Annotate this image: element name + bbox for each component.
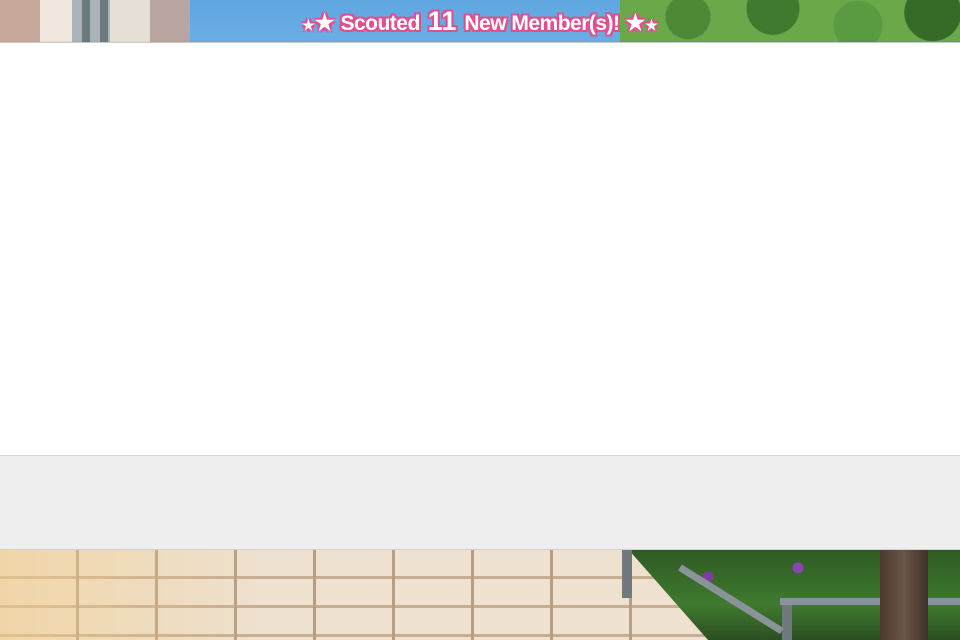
tree-trunk <box>880 550 928 640</box>
scout-footer-panel <box>0 455 960 550</box>
sunlight-patch <box>0 550 260 640</box>
tree-foliage <box>620 0 960 42</box>
rail-post <box>622 550 632 598</box>
rail-bar <box>678 564 784 635</box>
scouted-members-panel <box>0 42 960 455</box>
school-building <box>0 0 190 42</box>
building-pillar <box>100 0 108 42</box>
rail-bar <box>780 598 960 605</box>
building-pillar <box>82 0 90 42</box>
